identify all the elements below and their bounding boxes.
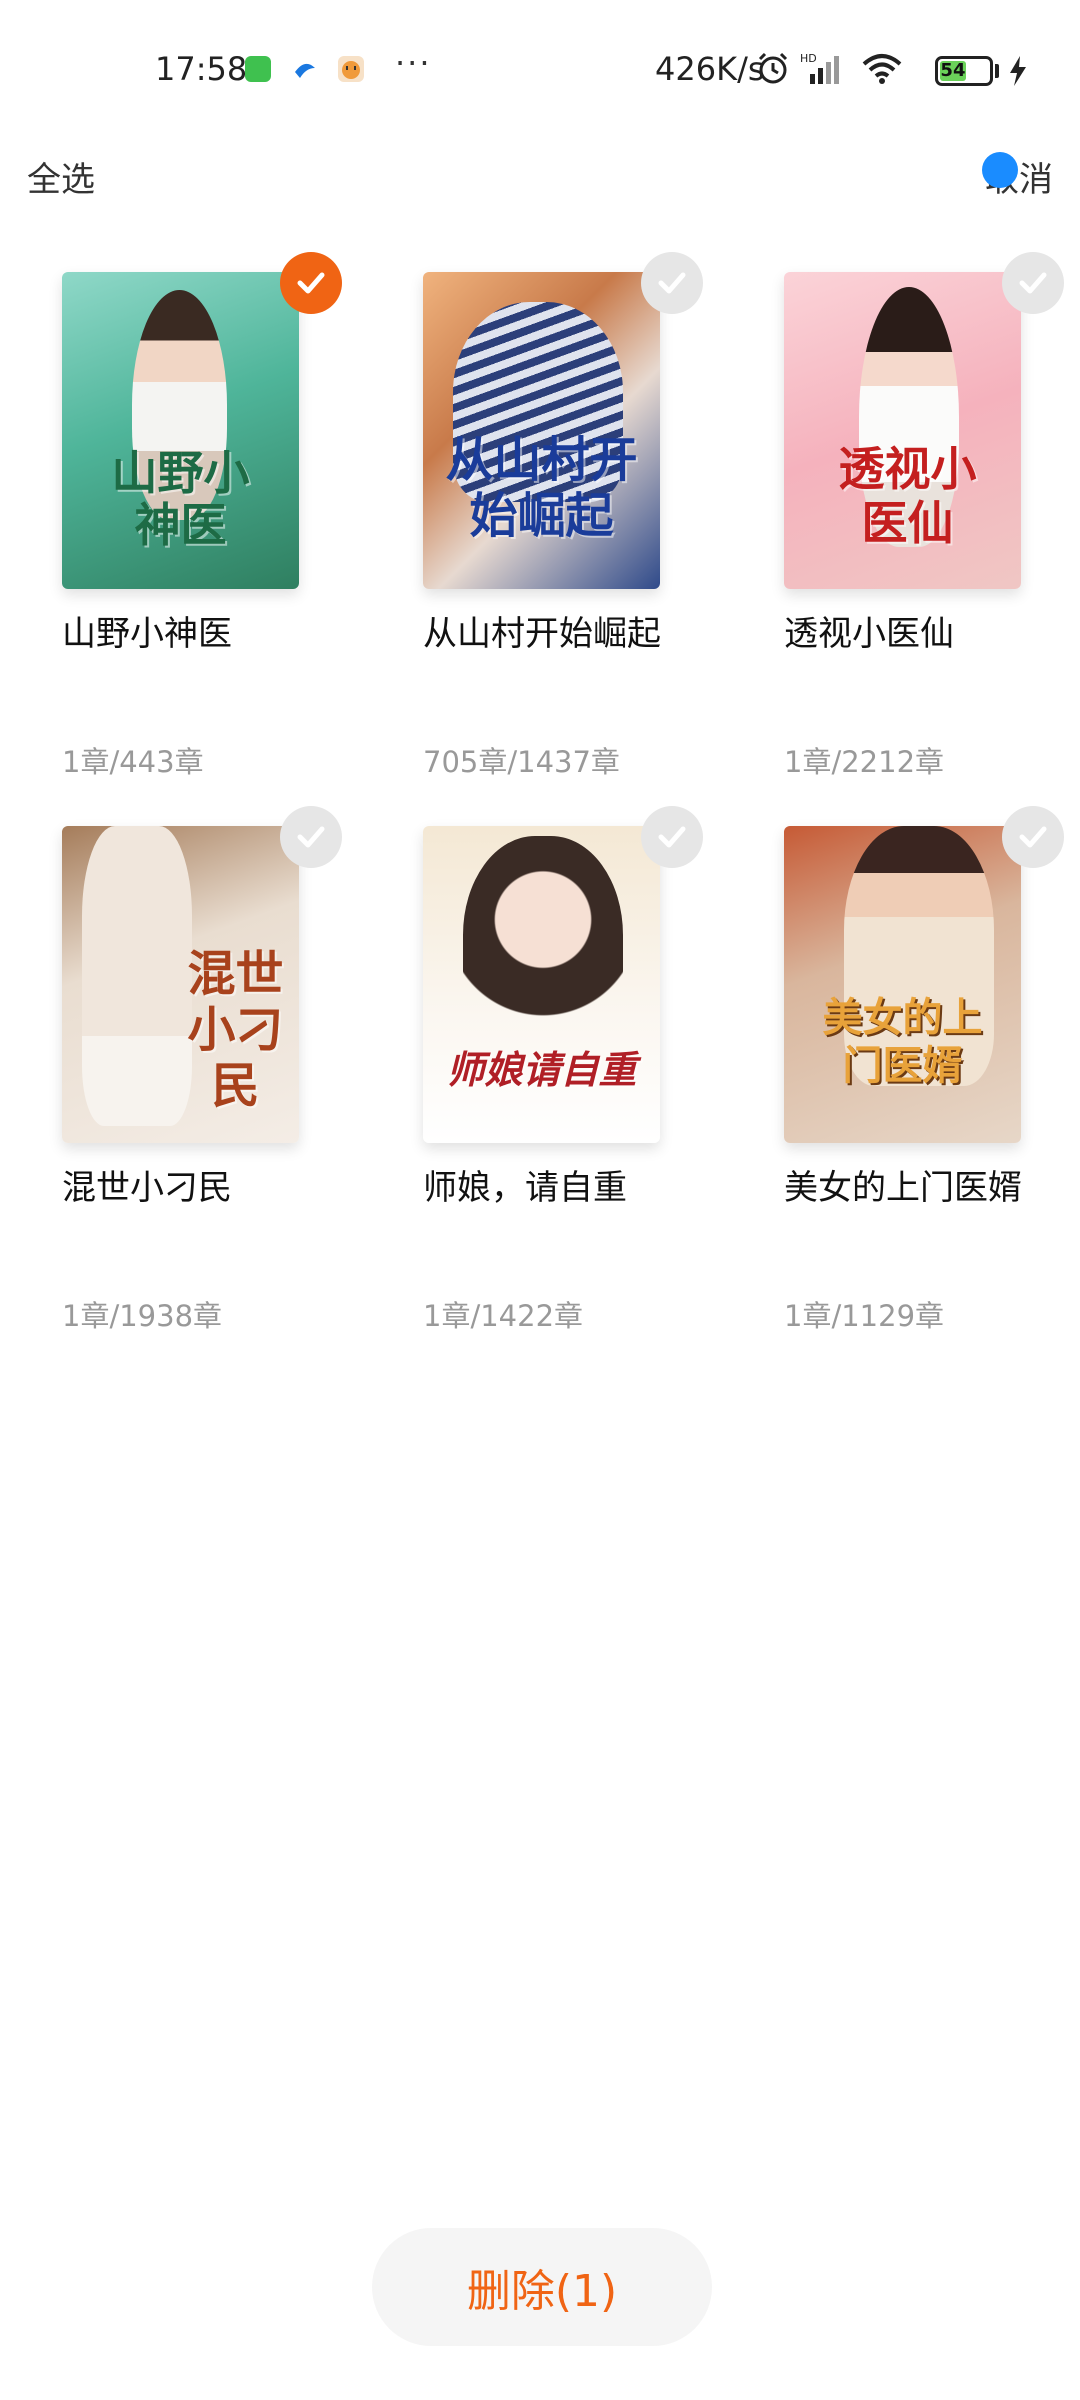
select-all-button[interactable]: 全选: [27, 152, 95, 201]
status-time: 17:58: [155, 50, 248, 88]
selection-check[interactable]: [1002, 806, 1064, 868]
selection-check[interactable]: [280, 806, 342, 868]
book-progress: 1章/443章: [62, 745, 204, 779]
book-cover[interactable]: 透视小医仙: [784, 272, 1021, 589]
checkmark-icon: [1019, 272, 1047, 294]
book-progress: 1章/2212章: [784, 745, 945, 779]
book-title: 从山村开始崛起: [423, 614, 661, 654]
net-speed: 426K/s: [655, 50, 765, 88]
checkmark-icon: [1019, 826, 1047, 848]
selection-check[interactable]: [280, 252, 342, 314]
book-progress: 1章/1422章: [423, 1299, 584, 1333]
battery-tip: [995, 64, 999, 78]
selection-check[interactable]: [1002, 252, 1064, 314]
delete-button[interactable]: 删除(1): [372, 2228, 712, 2346]
selection-check[interactable]: [641, 252, 703, 314]
battery-icon: 54: [935, 56, 993, 86]
selection-check[interactable]: [641, 806, 703, 868]
book-cover[interactable]: 混世小刁民: [62, 826, 299, 1143]
book-progress: 1章/1938章: [62, 1299, 223, 1333]
alarm-icon: [758, 52, 788, 84]
book-title: 透视小医仙: [784, 614, 954, 654]
checkmark-icon: [297, 272, 325, 294]
cover-title: 从山村开始崛起: [445, 432, 638, 544]
cover-title: 混世小刁民: [187, 946, 284, 1114]
svg-text:HD: HD: [800, 52, 817, 65]
book-title: 师娘，请自重: [423, 1168, 627, 1208]
cover-title: 师娘请自重: [446, 1047, 637, 1092]
cover-title: 山野小神医: [111, 446, 250, 552]
wechat-icon: [245, 56, 271, 82]
book-title: 美女的上门医婿: [784, 1168, 1022, 1208]
book-progress: 705章/1437章: [423, 745, 620, 779]
cover-figure: [463, 836, 623, 1056]
battery-level: 54: [940, 60, 966, 81]
wifi-icon: [862, 54, 902, 84]
bird-app-icon: [292, 56, 318, 82]
more-dots-icon: ···: [395, 44, 432, 82]
book-cover[interactable]: 美女的上门医婿: [784, 826, 1021, 1143]
status-bar: 17:58 ··· 426K/s HD 54: [0, 0, 1080, 140]
book-cover[interactable]: 从山村开始崛起: [423, 272, 660, 589]
book-progress: 1章/1129章: [784, 1299, 945, 1333]
checkmark-icon: [297, 826, 325, 848]
checkmark-icon: [658, 826, 686, 848]
checkmark-icon: [658, 272, 686, 294]
book-cover[interactable]: 师娘请自重: [423, 826, 660, 1143]
tiger-app-icon: [338, 56, 364, 82]
book-title: 山野小神医: [62, 614, 232, 654]
cover-title: 美女的上门医婿: [822, 994, 983, 1089]
touch-indicator: [982, 152, 1018, 188]
charging-icon: [1010, 56, 1026, 86]
book-cover[interactable]: 山野小神医: [62, 272, 299, 589]
book-title: 混世小刁民: [62, 1168, 232, 1208]
cover-title: 透视小医仙: [838, 442, 977, 550]
signal-icon: HD: [800, 52, 839, 84]
edit-toolbar: 全选 取消: [0, 140, 1080, 210]
